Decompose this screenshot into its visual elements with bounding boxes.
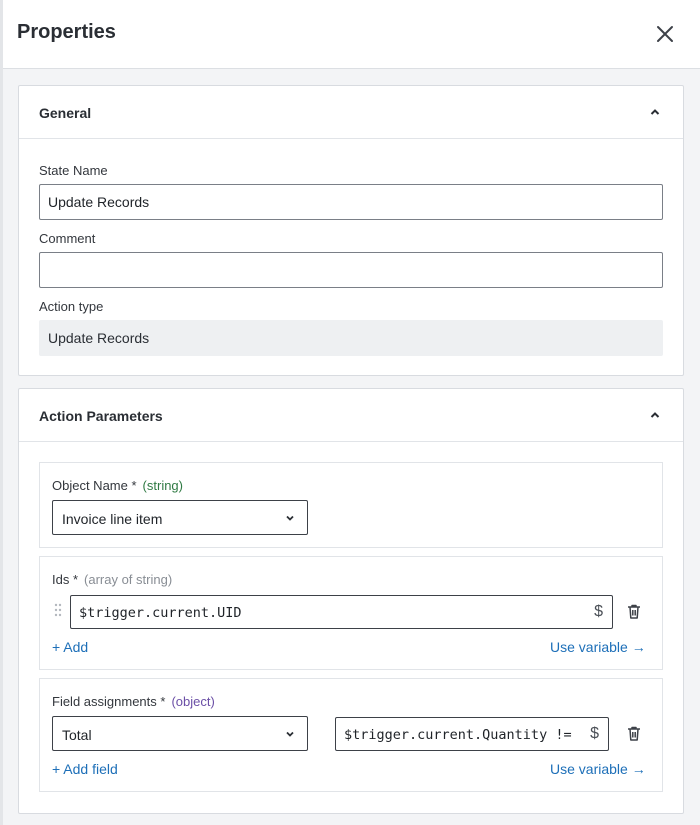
close-button[interactable] (653, 22, 677, 46)
ids-use-variable-link[interactable]: Use variable → (550, 639, 646, 655)
action-type-value: Update Records (39, 320, 663, 356)
chevron-down-icon (286, 515, 294, 521)
ids-add-link[interactable]: + Add (52, 639, 88, 655)
action-parameters-title: Action Parameters (39, 408, 163, 424)
drag-handle-icon[interactable] (54, 603, 62, 617)
action-type-label: Action type (39, 299, 104, 314)
field-delete-icon[interactable] (626, 725, 642, 742)
close-icon (657, 26, 673, 42)
ids-value-input[interactable]: $trigger.current.UID $ (70, 595, 613, 629)
chevron-down-icon (286, 731, 294, 737)
field-assignments-label: Field assignments * (object) (52, 694, 215, 709)
action-parameters-header[interactable]: Action Parameters (19, 389, 683, 442)
field-use-variable-link[interactable]: Use variable → (550, 761, 646, 777)
properties-panel: Properties General State Name Comment Ac… (0, 0, 700, 825)
field-assignments-param: Field assignments * (object) Total $trigg… (39, 678, 663, 792)
object-name-param: Object Name * (string) Invoice line item (39, 462, 663, 548)
ids-variable-toggle[interactable]: $ (594, 603, 603, 621)
field-assignments-label-text: Field assignments * (52, 694, 166, 709)
comment-input[interactable] (39, 252, 663, 288)
ids-value-text: $trigger.current.UID (79, 605, 242, 621)
action-parameters-section: Action Parameters Object Name * (string) … (18, 388, 684, 814)
ids-label: Ids * (array of string) (52, 572, 172, 587)
field-value-text: $trigger.current.Quantity != (344, 727, 572, 743)
state-name-label: State Name (39, 163, 108, 178)
object-name-label: Object Name * (string) (52, 478, 183, 493)
panel-header: Properties (3, 0, 700, 69)
general-section: General State Name Comment Action type U… (18, 85, 684, 376)
chevron-up-icon[interactable] (649, 409, 661, 421)
ids-label-text: Ids * (52, 572, 79, 587)
ids-type: (array of string) (84, 572, 173, 587)
panel-title: Properties (17, 21, 116, 43)
object-name-label-text: Object Name * (52, 478, 137, 493)
field-selected: Total (62, 727, 92, 743)
general-section-header[interactable]: General (19, 86, 683, 139)
ids-param: Ids * (array of string) $trigger.current.… (39, 556, 663, 670)
field-add-link[interactable]: + Add field (52, 761, 118, 777)
field-select[interactable]: Total (52, 716, 308, 751)
field-assignments-type: (object) (171, 694, 215, 709)
ids-delete-icon[interactable] (626, 603, 642, 620)
comment-label: Comment (39, 231, 96, 246)
state-name-input[interactable] (39, 184, 663, 220)
field-value-input[interactable]: $trigger.current.Quantity != $ (335, 717, 609, 751)
chevron-up-icon[interactable] (649, 106, 661, 118)
object-name-selected: Invoice line item (62, 511, 163, 527)
field-variable-toggle[interactable]: $ (590, 725, 599, 743)
object-name-select[interactable]: Invoice line item (52, 500, 308, 535)
general-section-title: General (39, 105, 92, 121)
object-name-type: (string) (142, 478, 183, 493)
